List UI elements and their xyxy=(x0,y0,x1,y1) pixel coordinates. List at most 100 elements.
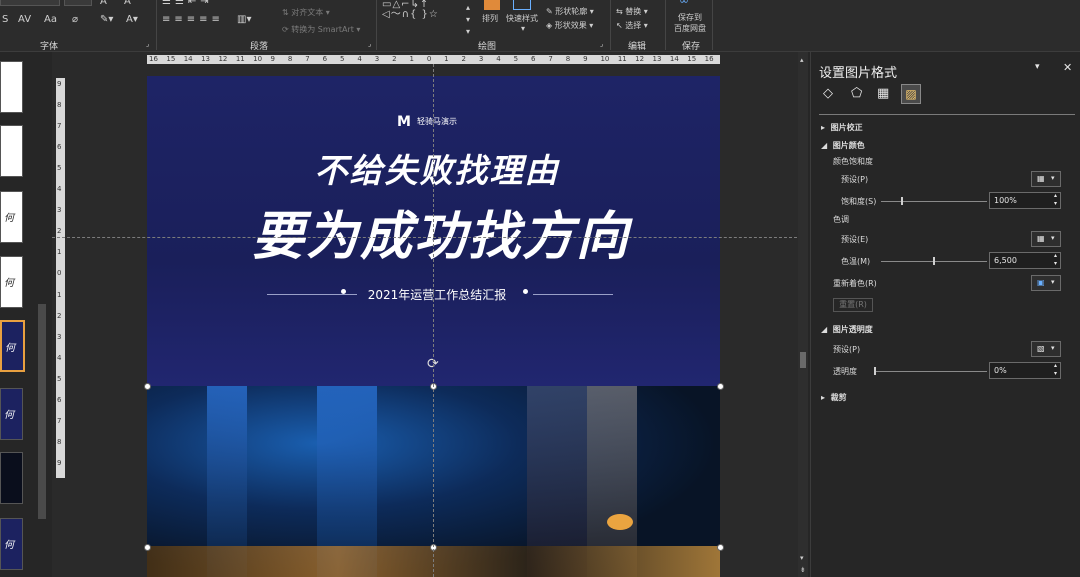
fill-line-icon[interactable]: ◇ xyxy=(823,86,833,101)
section-transparency[interactable]: ◢ 图片透明度 xyxy=(821,324,873,335)
scroll-down-icon[interactable]: ▾ xyxy=(800,554,804,562)
subtitle-line-right xyxy=(533,294,613,295)
scroll-up-icon[interactable]: ▴ xyxy=(800,56,804,64)
ruler-tick-label: 13 xyxy=(201,55,210,63)
ruler-tick-label: 11 xyxy=(235,55,245,63)
temperature-spinner[interactable]: 6,500 ▴ ▾ xyxy=(989,252,1061,269)
font-color-icon[interactable]: A▾ xyxy=(126,14,138,26)
replace-button[interactable]: ⇆ 替换 ▾ xyxy=(616,6,648,17)
slide-thumbnail-2[interactable] xyxy=(0,125,23,177)
font-size-dropdown[interactable] xyxy=(64,0,92,6)
transparency-spinner[interactable]: 0% ▴ ▾ xyxy=(989,362,1061,379)
ruler-tick-label: 4 xyxy=(357,55,362,63)
transparency-slider-knob[interactable] xyxy=(874,367,876,375)
reset-button[interactable]: 重置(R) xyxy=(833,298,873,312)
shape-effects-button[interactable]: ◈ 形状效果 ▾ xyxy=(546,20,593,31)
saturation-header: 颜色饱和度 xyxy=(833,157,873,166)
save-baidu-line1[interactable]: 保存到 xyxy=(678,12,702,23)
saturation-slider-knob[interactable] xyxy=(901,197,904,205)
logo-text: 轻骑马演示 xyxy=(417,117,457,126)
ruler-tick-label: 2 xyxy=(461,55,466,63)
subtitle-line-left xyxy=(267,294,357,295)
ruler-tick-label: 9 xyxy=(57,458,62,467)
format-picture-pane: 设置图片格式 ▾ ✕ ◇ ⬠ ▦ ▨ ▸ 图片校正 ◢ 图片颜色 颜色饱和度 预… xyxy=(810,52,1080,577)
saturation-spinner[interactable]: 100% ▴ ▾ xyxy=(989,192,1061,209)
horizontal-guide[interactable] xyxy=(52,237,797,238)
slide-thumbnail-6[interactable]: 何 xyxy=(0,388,23,440)
ruler-tick-label: 0 xyxy=(57,269,62,278)
tone-preset-dropdown[interactable]: ▦ ▾ xyxy=(1031,231,1061,247)
save-baidu-line2[interactable]: 百度网盘 xyxy=(674,23,706,34)
slide-thumbnail-4[interactable]: 何 xyxy=(0,256,23,308)
temperature-slider-knob[interactable] xyxy=(933,257,935,265)
ruler-tick-label: 10 xyxy=(253,55,263,63)
effects-icon[interactable]: ⬠ xyxy=(851,86,862,101)
resize-handle-r[interactable] xyxy=(717,544,724,551)
resize-handle-l[interactable] xyxy=(144,544,151,551)
vertical-guide[interactable] xyxy=(433,64,434,577)
strikethrough-icon[interactable]: S xyxy=(2,14,8,26)
saturation-slider[interactable] xyxy=(881,201,987,202)
size-properties-icon[interactable]: ▦ xyxy=(877,86,889,101)
grow-font-icon[interactable]: A xyxy=(100,0,107,8)
ruler-tick-label: 1 xyxy=(57,248,62,257)
baidu-cloud-icon: ∞ xyxy=(679,0,689,7)
align-buttons[interactable]: ≡≡≡≡≡ xyxy=(162,14,224,26)
shrink-font-icon[interactable]: A xyxy=(124,0,131,8)
shape-outline-button[interactable]: ✎ 形状轮廓 ▾ xyxy=(546,6,594,17)
highlight-icon[interactable]: ✎▾ xyxy=(100,14,113,26)
list-buttons[interactable]: ☰☰⇤⇥ xyxy=(162,0,213,8)
saturation-label: 饱和度(S) xyxy=(841,197,877,206)
shapes-gallery[interactable]: ▭△⌐↳↑ ◁〜∩{ }☆ xyxy=(382,0,472,30)
shapes-scroll-icon[interactable]: ▴ ▾ ▾ xyxy=(466,2,470,38)
canvas-scrollbar[interactable] xyxy=(798,52,808,577)
slide-thumbnail-5-selected[interactable]: 何 xyxy=(0,320,25,372)
font-dialog-launcher-icon[interactable]: ⌟ xyxy=(146,40,149,48)
char-spacing-icon[interactable]: AV xyxy=(18,14,31,26)
tone-preset-label: 预设(E) xyxy=(841,235,869,244)
section-crop[interactable]: ▸ 裁剪 xyxy=(821,392,847,403)
ruler-tick-label: 8 xyxy=(287,55,293,63)
quick-styles-button[interactable]: 快速样式 xyxy=(506,13,538,24)
group-label-drawing: 绘图 xyxy=(478,42,497,52)
recolor-dropdown[interactable]: ▣ ▾ xyxy=(1031,275,1061,291)
slide-thumbnail-7[interactable] xyxy=(0,452,23,504)
select-button[interactable]: ↖ 选择 ▾ xyxy=(616,20,648,31)
ruler-tick-label: 9 xyxy=(583,55,588,63)
font-name-dropdown[interactable] xyxy=(0,0,60,6)
transparency-slider[interactable] xyxy=(875,371,987,372)
canvas-scrollbar-thumb[interactable] xyxy=(800,352,806,368)
ruler-tick-label: 3 xyxy=(478,55,484,63)
ruler-tick-label: 4 xyxy=(57,353,62,362)
saturation-preset-dropdown[interactable]: ▦ ▾ xyxy=(1031,171,1061,187)
align-text-button[interactable]: ⇅ 对齐文本 ▾ xyxy=(282,7,330,18)
section-correction[interactable]: ▸ 图片校正 xyxy=(821,122,863,133)
resize-handle-tr[interactable] xyxy=(717,383,724,390)
pane-options-icon[interactable]: ▾ xyxy=(1035,62,1040,72)
arrange-button[interactable]: 排列 xyxy=(482,13,498,24)
headline-1: 不给失败找理由 xyxy=(314,151,560,190)
transparency-label: 透明度 xyxy=(833,367,857,376)
convert-smartart-button[interactable]: ⟳ 转换为 SmartArt ▾ xyxy=(282,24,360,35)
clear-format-icon[interactable]: ⌀ xyxy=(72,14,78,26)
resize-handle-tl[interactable] xyxy=(144,383,151,390)
ruler-tick-label: 5 xyxy=(513,55,519,63)
transparency-preset-dropdown[interactable]: ▧ ▾ xyxy=(1031,341,1061,357)
picture-icon[interactable]: ▨ xyxy=(901,84,921,104)
columns-icon[interactable]: ▥▾ xyxy=(237,14,251,26)
pane-close-icon[interactable]: ✕ xyxy=(1063,61,1072,74)
ribbon: A A S AV Aa ⌀ ✎▾ A▾ 字体 ⌟ ≡≡≡≡≡ ▥▾ ☰☰⇤⇥ ⇅… xyxy=(0,0,1080,52)
change-case-icon[interactable]: Aa xyxy=(44,14,57,26)
quick-styles-dropdown-icon[interactable]: ▾ xyxy=(521,24,525,33)
ruler-tick-label: 16 xyxy=(704,55,714,63)
slide-thumbnail-1[interactable] xyxy=(0,61,23,113)
slide-thumbnail-8[interactable]: 何 xyxy=(0,518,23,570)
section-color[interactable]: ◢ 图片颜色 xyxy=(821,140,865,151)
slide-thumbnail-3[interactable]: 何 xyxy=(0,191,23,243)
paragraph-dialog-launcher-icon[interactable]: ⌟ xyxy=(368,40,371,48)
thumbnail-scrollbar[interactable] xyxy=(38,304,46,519)
drawing-dialog-launcher-icon[interactable]: ⌟ xyxy=(600,40,603,48)
ruler-tick-label: 10 xyxy=(600,55,610,63)
ruler-tick-label: 11 xyxy=(617,55,627,63)
next-slide-icon[interactable]: ⇟ xyxy=(800,566,806,574)
